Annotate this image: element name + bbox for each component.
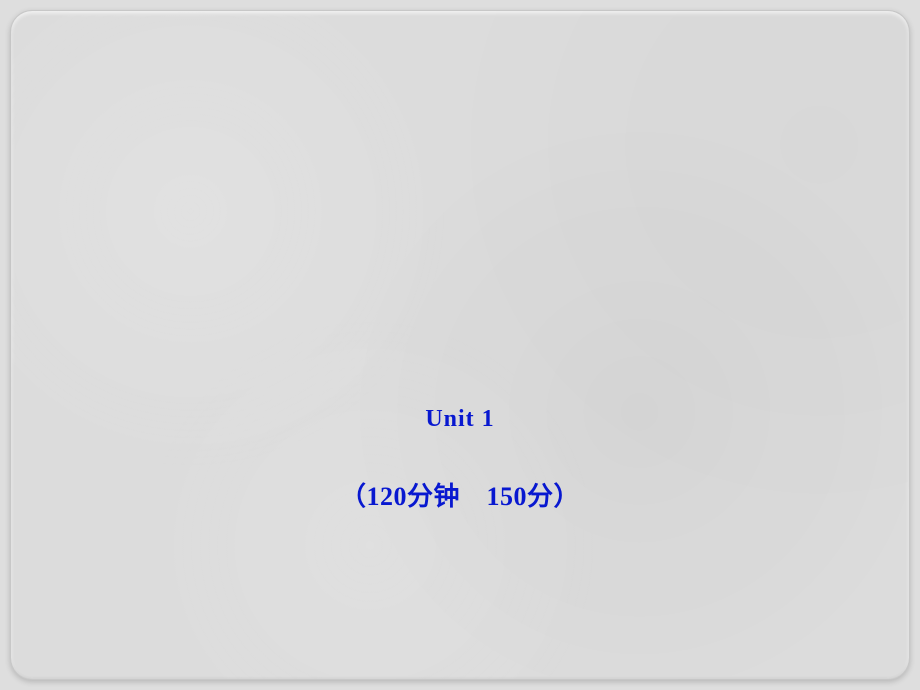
unit-label: Unit xyxy=(425,406,474,432)
unit-title: Unit 1 xyxy=(11,406,909,433)
spacer xyxy=(460,482,487,511)
paren-open: （ xyxy=(340,482,367,511)
unit-number: 1 xyxy=(482,406,495,432)
score-line: （120分钟 150分） xyxy=(11,476,909,513)
paren-close: ） xyxy=(554,482,581,511)
score-unit: 分 xyxy=(527,482,554,511)
duration-value: 120 xyxy=(366,482,407,511)
score-value: 150 xyxy=(487,482,528,511)
slide-container: Unit 1 （120分钟 150分） xyxy=(10,10,910,680)
duration-unit: 分钟 xyxy=(407,482,460,511)
